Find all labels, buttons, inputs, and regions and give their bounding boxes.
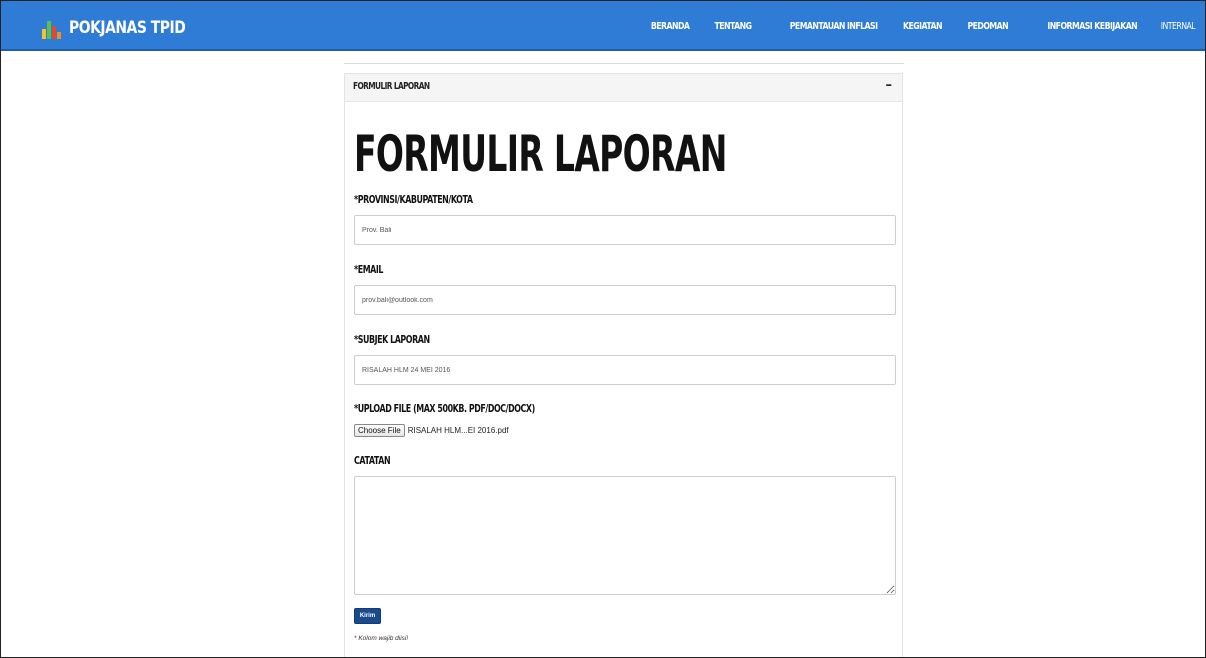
content-divider: [344, 63, 904, 64]
file-upload-control: Choose File RISALAH HLM...EI 2016.pdf: [354, 424, 509, 437]
nav-item-kegiatan[interactable]: KEGIATAN: [903, 21, 943, 32]
form-title: FORMULIR LAPORAN: [354, 125, 727, 183]
catatan-label: CATATAN: [354, 454, 391, 467]
panel-header-title: FORMULIR LAPORAN: [353, 81, 430, 92]
collapse-panel-button[interactable]: –: [886, 79, 893, 93]
brand-name: POKJANAS TPID: [69, 18, 186, 38]
nav-item-informasi-kebijakan[interactable]: INFORMASI KEBIJAKAN: [1047, 21, 1137, 32]
nav-item-internal[interactable]: INTERNAL: [1161, 21, 1196, 32]
nav-item-pedoman[interactable]: PEDOMAN: [967, 21, 1008, 32]
panel-header: FORMULIR LAPORAN –: [345, 74, 902, 102]
provinsi-input[interactable]: [354, 215, 896, 245]
choose-file-button[interactable]: Choose File: [354, 424, 405, 437]
selected-file-name: RISALAH HLM...EI 2016.pdf: [407, 426, 509, 435]
email-label: *EMAIL: [354, 263, 383, 276]
top-navbar: POKJANAS TPID BERANDA TENTANG PEMANTAUAN…: [1, 1, 1205, 51]
subjek-input[interactable]: [354, 355, 896, 385]
report-form-panel: FORMULIR LAPORAN – FORMULIR LAPORAN *PRO…: [344, 73, 903, 657]
subjek-label: *SUBJEK LAPORAN: [354, 333, 430, 346]
nav-item-tentang[interactable]: TENTANG: [714, 21, 752, 32]
upload-label: *UPLOAD FILE (MAX 500KB. PDF/DOC/DOCX): [354, 402, 535, 415]
nav-item-beranda[interactable]: BERANDA: [651, 21, 690, 32]
catatan-textarea[interactable]: [354, 476, 896, 595]
main-menu: BERANDA TENTANG PEMANTAUAN INFLASI KEGIA…: [626, 17, 1195, 35]
brand-logo-link[interactable]: POKJANAS TPID: [41, 13, 211, 39]
kirim-button[interactable]: Kirim: [354, 608, 381, 624]
nav-item-pemantauan-inflasi[interactable]: PEMANTAUAN INFLASI: [790, 21, 878, 32]
email-input[interactable]: [354, 285, 896, 315]
bar-chart-logo-icon: [42, 21, 61, 39]
browser-viewport: POKJANAS TPID BERANDA TENTANG PEMANTAUAN…: [0, 0, 1206, 658]
provinsi-label: *PROVINSI/KABUPATEN/KOTA: [354, 193, 473, 206]
required-fields-note: * Kolom wajib diisi!: [354, 635, 409, 642]
